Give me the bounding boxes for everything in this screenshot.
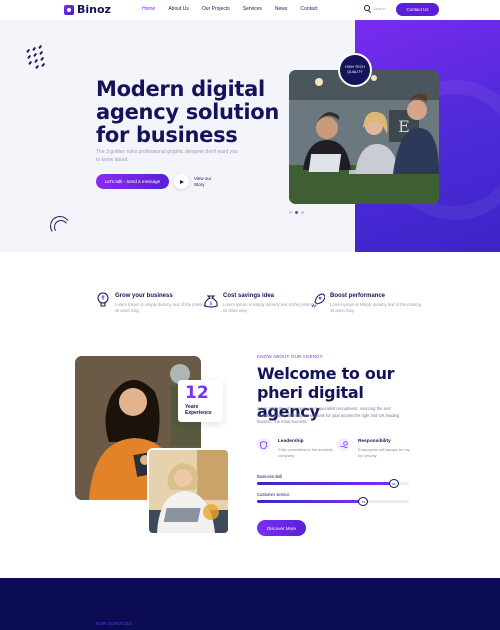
hero-section: Modern digital agency solution for busin… bbox=[0, 20, 500, 252]
highlight-text: Fully committed to the success company bbox=[278, 447, 333, 458]
main-menu: Home About Us Our Projects Services News… bbox=[142, 6, 331, 12]
team-meeting-illustration: E bbox=[289, 70, 439, 204]
lightbulb-icon bbox=[97, 292, 109, 307]
services-kicker: OUR SERVICES bbox=[96, 621, 133, 626]
send-message-button[interactable]: Let's talk - Send a message bbox=[96, 174, 169, 189]
slider-dot-active[interactable] bbox=[295, 211, 298, 214]
nav-item-our-projects[interactable]: Our Projects bbox=[202, 6, 230, 12]
skill-fill bbox=[257, 482, 394, 485]
experience-years: 12 bbox=[185, 383, 209, 403]
contact-us-button[interactable]: Contact Us bbox=[396, 3, 439, 16]
experience-card: 12 Years Experience bbox=[178, 380, 223, 422]
search-icon[interactable] bbox=[364, 5, 370, 11]
slider-dot[interactable] bbox=[289, 211, 292, 214]
search-placeholder[interactable]: Search bbox=[373, 6, 386, 11]
skill-label: Business skill bbox=[257, 474, 283, 479]
svg-text:$: $ bbox=[209, 301, 212, 307]
logo[interactable]: Binoz bbox=[64, 3, 111, 16]
feature-text: Lorem Ipsum is simply dummy text of the … bbox=[330, 302, 421, 313]
highlight-title: Responsibility bbox=[358, 439, 391, 444]
hero-title: Modern digital agency solution for busin… bbox=[96, 77, 280, 147]
hand-coin-icon bbox=[337, 438, 350, 451]
rocket-icon bbox=[311, 293, 325, 308]
woman-laptop-photo bbox=[147, 448, 230, 535]
experience-label: Years Experience bbox=[185, 404, 212, 416]
discover-more-button[interactable]: Discover More bbox=[257, 520, 306, 536]
skill-track: 90 bbox=[257, 479, 409, 488]
slider-dot[interactable] bbox=[301, 211, 304, 214]
skill-value-knob: 90 bbox=[388, 479, 399, 488]
play-icon bbox=[180, 179, 184, 184]
highlight-text: Employees will always be my top priority bbox=[358, 447, 410, 458]
skill-track: 70 bbox=[257, 497, 409, 506]
about-section: 12 Years Experience KNOW ABOUT OUR AGENC… bbox=[0, 348, 500, 578]
dash-pattern-decoration bbox=[24, 44, 48, 70]
search[interactable]: Search bbox=[364, 5, 386, 11]
logo-text: Binoz bbox=[77, 3, 111, 16]
feature-title: Grow your business bbox=[115, 293, 173, 299]
nav-item-services[interactable]: Services bbox=[243, 6, 262, 12]
nav-item-contact[interactable]: Contact bbox=[300, 6, 317, 12]
nav-item-news[interactable]: News bbox=[275, 6, 288, 12]
nav-item-about-us[interactable]: About Us bbox=[168, 6, 189, 12]
skill-value-knob: 70 bbox=[358, 497, 369, 506]
play-video-button[interactable] bbox=[174, 174, 189, 189]
view-story-link[interactable]: View our Story bbox=[194, 176, 218, 188]
highlight-title: Leadership bbox=[278, 439, 304, 444]
about-kicker: KNOW ABOUT OUR AGENCY bbox=[257, 354, 323, 359]
top-nav: Binoz Home About Us Our Projects Service… bbox=[0, 0, 500, 20]
logo-mark-icon bbox=[64, 4, 74, 15]
nav-item-home[interactable]: Home bbox=[142, 6, 155, 12]
hero-subtitle: The 3 golden rules professional graphic … bbox=[96, 149, 238, 163]
skill-label: Customer service bbox=[257, 492, 290, 497]
feature-text: Lorem Ipsum is simply dummy text of the … bbox=[115, 302, 206, 313]
money-bag-icon: $ bbox=[204, 295, 218, 308]
shield-icon bbox=[257, 438, 270, 451]
services-section: OUR SERVICES bbox=[0, 578, 500, 630]
feature-title: Cost savings idea bbox=[223, 293, 275, 299]
about-text: Since 1985 Reed has pioneered specialist… bbox=[257, 406, 400, 424]
woman-laptop-illustration bbox=[149, 450, 228, 533]
feature-title: Boost performance bbox=[330, 293, 386, 299]
hero-team-photo: E bbox=[289, 70, 439, 204]
feature-text: Lorem Ipsum is simply dummy text of the … bbox=[223, 302, 314, 313]
features-section: Grow your business Lorem Ipsum is simply… bbox=[0, 252, 500, 348]
high-tech-quality-badge: HIGH TECH QUALITY bbox=[338, 53, 372, 87]
hero-slider-dots[interactable] bbox=[289, 211, 304, 214]
skill-fill bbox=[257, 500, 364, 503]
